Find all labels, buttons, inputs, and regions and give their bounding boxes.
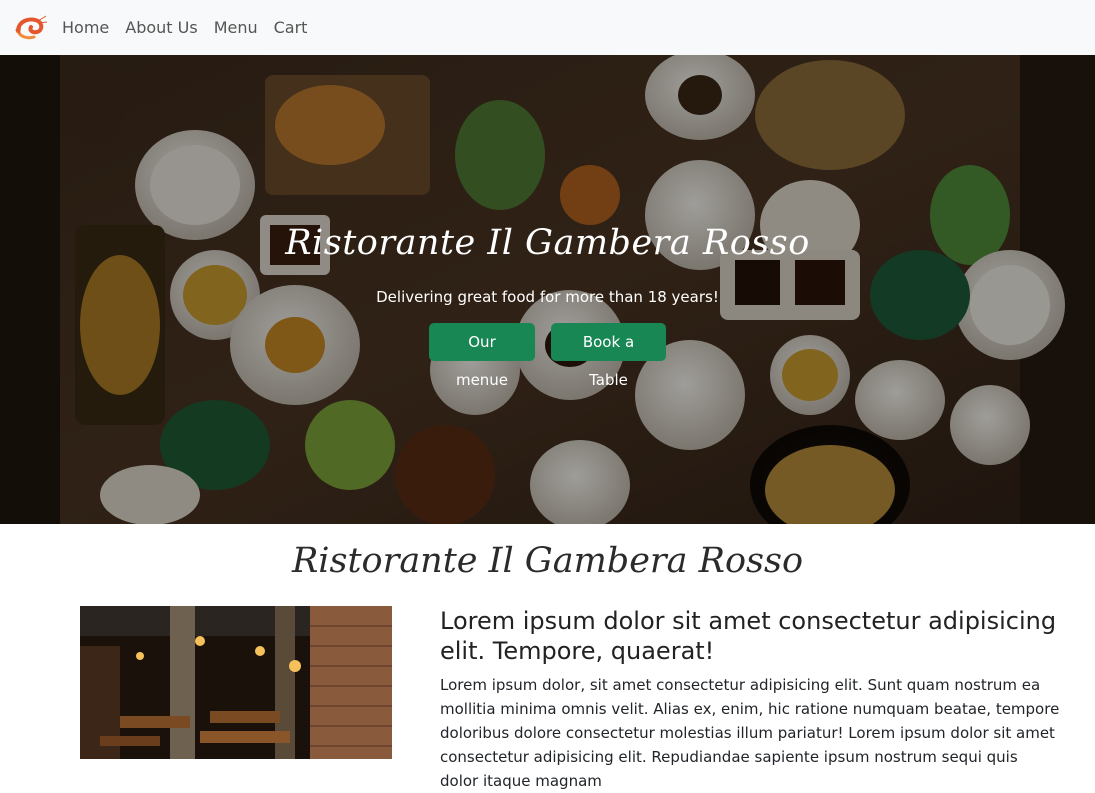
hero-subtitle: Delivering great food for more than 18 y… [376, 288, 719, 306]
hero-section: Ristorante Il Gambera Rosso Delivering g… [0, 55, 1095, 524]
restaurant-interior-image [80, 606, 392, 759]
about-heading: Lorem ipsum dolor sit amet consectetur a… [440, 607, 1057, 665]
shrimp-icon[interactable] [12, 10, 48, 46]
nav-cart-link[interactable]: Cart [274, 18, 308, 37]
hero-content: Ristorante Il Gambera Rosso Delivering g… [0, 55, 1095, 524]
about-paragraph: Lorem ipsum dolor, sit amet consectetur … [440, 676, 1060, 790]
section-title: Ristorante Il Gambera Rosso [291, 541, 804, 581]
navbar: Home About Us Menu Cart [0, 0, 1095, 55]
hero-title: Ristorante Il Gambera Rosso [285, 223, 810, 263]
nav-home-link[interactable]: Home [62, 18, 109, 37]
our-menu-button[interactable]: Our menue [429, 323, 535, 389]
nav-menu-link[interactable]: Menu [214, 18, 258, 37]
book-table-button[interactable]: Book a Table [551, 323, 666, 389]
nav-about-link[interactable]: About Us [125, 18, 197, 37]
